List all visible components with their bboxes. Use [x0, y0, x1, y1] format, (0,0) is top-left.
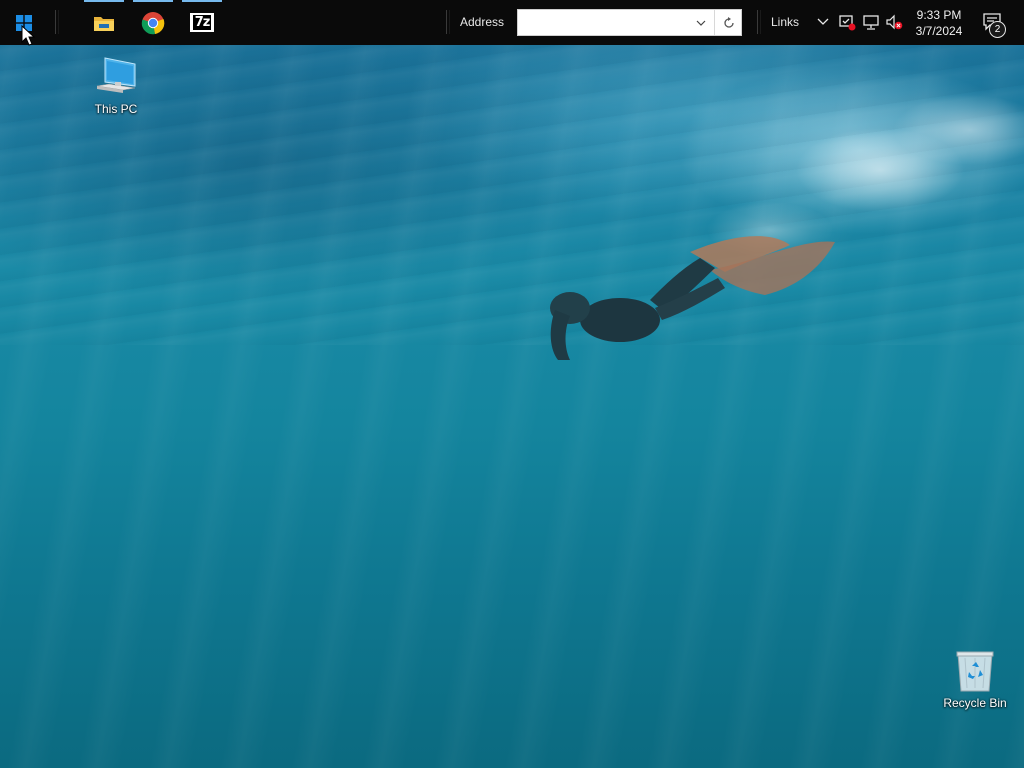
desktop-icon-label: This PC [94, 102, 138, 116]
tray-security-icon[interactable] [838, 13, 856, 31]
desktop-icon-this-pc[interactable]: This PC [78, 56, 154, 116]
address-go-button[interactable] [714, 10, 742, 35]
desktop-icon-label: Recycle Bin [943, 696, 1007, 710]
links-toolbar-expand[interactable] [814, 13, 832, 31]
refresh-icon [723, 16, 734, 28]
action-center-warning-icon [839, 15, 856, 31]
tray-volume-icon[interactable] [885, 13, 903, 31]
links-toolbar-label: Links [771, 15, 800, 29]
taskbar-file-explorer[interactable] [84, 0, 124, 45]
network-icon [863, 15, 879, 30]
desktop-icon-recycle-bin[interactable]: Recycle Bin [937, 648, 1013, 710]
mouse-cursor-icon [21, 25, 35, 46]
taskbar-separator [757, 10, 761, 34]
folder-icon [94, 16, 114, 31]
taskbar-separator [446, 10, 450, 34]
clock-date: 3/7/2024 [915, 24, 963, 38]
recycle-bin-icon [956, 651, 994, 692]
taskbar-chrome[interactable] [133, 0, 173, 45]
action-center-button[interactable]: 2 [978, 8, 1010, 38]
computer-icon [96, 57, 136, 93]
clock-time: 9:33 PM [916, 8, 962, 22]
taskbar-separator [55, 10, 59, 34]
address-toolbar [517, 9, 742, 36]
7zip-icon: 7z [190, 13, 214, 32]
chevron-down-icon [817, 18, 829, 25]
tray-network-icon[interactable] [862, 13, 880, 31]
notification-count-badge: 2 [989, 21, 1006, 38]
address-input[interactable] [518, 10, 688, 35]
address-toolbar-label: Address [460, 15, 505, 29]
taskbar-7zip[interactable]: 7z [182, 0, 222, 45]
running-indicator [182, 0, 222, 2]
running-indicator [84, 0, 124, 2]
running-indicator [133, 0, 173, 2]
taskbar: 7z Address Links 9:33 PM 3/7/2024 2 [0, 0, 1024, 45]
chrome-icon [141, 11, 165, 34]
volume-muted-icon [886, 14, 903, 30]
chevron-down-icon [696, 20, 706, 26]
7zip-icon-text: 7z [192, 15, 212, 30]
wallpaper-diver [550, 236, 835, 360]
address-dropdown-button[interactable] [690, 10, 712, 35]
taskbar-clock[interactable]: 9:33 PM 3/7/2024 [904, 7, 974, 39]
